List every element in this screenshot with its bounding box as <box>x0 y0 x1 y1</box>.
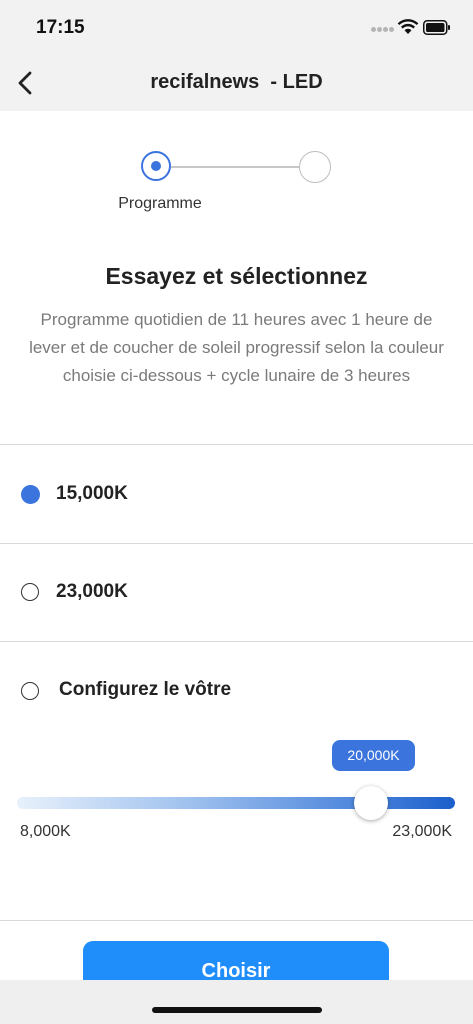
option-15000k[interactable]: 15,000K <box>0 445 473 542</box>
step-label: Programme <box>118 195 202 212</box>
option-label: 23,000K <box>56 581 128 602</box>
step-current-indicator <box>141 151 171 181</box>
option-custom[interactable]: Configurez le vôtre <box>0 642 473 739</box>
progress-stepper <box>139 151 333 185</box>
radio-selected-icon[interactable] <box>21 485 40 504</box>
slider-max-label: 23,000K <box>392 823 452 840</box>
status-bar: 17:15 <box>0 0 473 56</box>
kelvin-slider-thumb[interactable] <box>354 786 388 820</box>
wifi-icon <box>397 19 419 34</box>
option-label: Configurez le vôtre <box>59 679 232 700</box>
chevron-left-icon[interactable] <box>8 65 44 101</box>
home-indicator-area <box>0 980 473 1024</box>
step-connector <box>171 166 299 168</box>
slider-min-label: 8,000K <box>20 823 71 840</box>
signal-dots-icon <box>371 27 395 33</box>
divider <box>0 920 473 921</box>
option-label: 15,000K <box>56 483 128 504</box>
option-23000k[interactable]: 23,000K <box>0 544 473 641</box>
radio-unselected-icon[interactable] <box>21 682 39 700</box>
nav-bar: recifalnews - LED <box>0 56 473 111</box>
kelvin-slider-track[interactable] <box>17 797 455 809</box>
status-time: 17:15 <box>36 17 85 38</box>
step-next-indicator <box>299 151 331 183</box>
battery-icon <box>423 20 450 35</box>
nav-title: recifalnews - LED <box>150 71 323 93</box>
radio-unselected-icon[interactable] <box>21 583 39 601</box>
program-description: Programme quotidien de 11 heures avec 1 … <box>29 310 444 385</box>
slider-value-badge: 20,000K <box>332 740 415 771</box>
home-indicator[interactable] <box>152 1007 322 1013</box>
page-heading: Essayez et sélectionnez <box>105 263 368 289</box>
